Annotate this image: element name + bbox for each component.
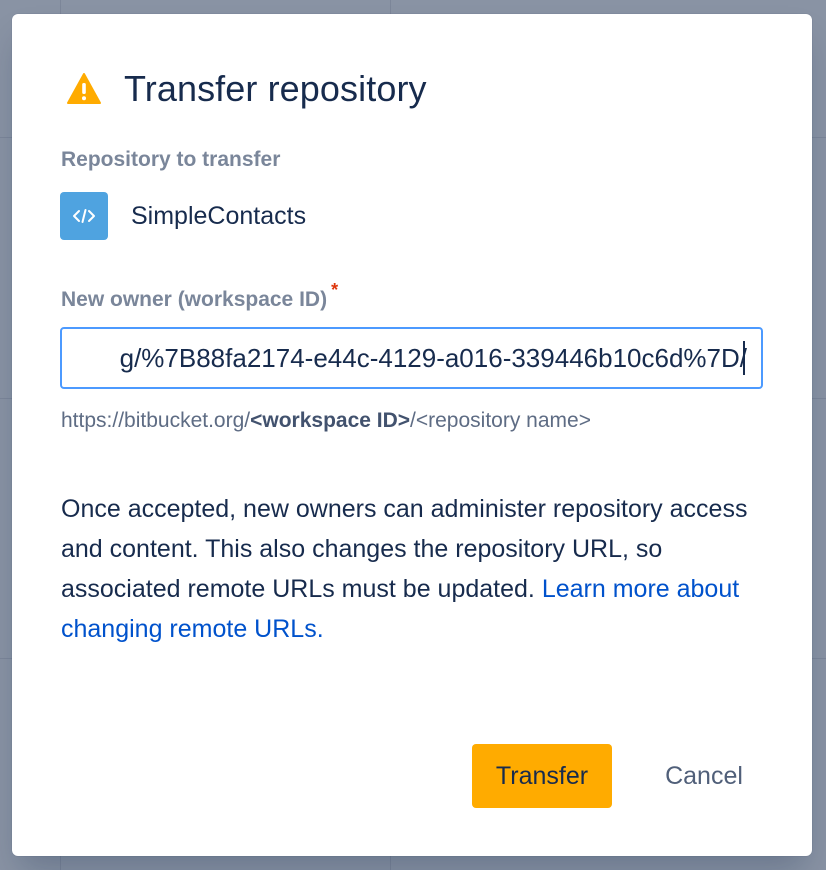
repository-label: Repository to transfer xyxy=(61,148,281,171)
repository-info: SimpleContacts xyxy=(60,192,306,240)
dialog-title: Transfer repository xyxy=(124,68,427,109)
text-cursor xyxy=(743,341,745,375)
dialog-header: Transfer repository xyxy=(66,68,427,110)
transfer-repository-dialog: Transfer repository Repository to transf… xyxy=(12,14,812,856)
transfer-button[interactable]: Transfer xyxy=(472,744,612,808)
new-owner-label: New owner (workspace ID) * xyxy=(61,280,338,312)
new-owner-label-text: New owner (workspace ID) xyxy=(61,288,328,311)
repository-name: SimpleContacts xyxy=(131,201,307,230)
transfer-description: Once accepted, new owners can administer… xyxy=(61,489,771,649)
url-hint-suffix: /<repository name> xyxy=(410,409,591,432)
warning-icon xyxy=(66,71,102,107)
cancel-button[interactable]: Cancel xyxy=(644,744,764,808)
workspace-id-input-wrapper[interactable]: g/%7B88fa2174-e44c-4129-a016-339446b10c6… xyxy=(60,327,763,389)
url-hint-workspace: <workspace ID> xyxy=(250,409,411,432)
workspace-id-input[interactable]: g/%7B88fa2174-e44c-4129-a016-339446b10c6… xyxy=(120,329,747,387)
required-marker: * xyxy=(331,280,339,300)
url-hint-prefix: https://bitbucket.org/ xyxy=(61,409,251,432)
url-format-hint: https://bitbucket.org/<workspace ID>/<re… xyxy=(61,409,591,433)
code-icon xyxy=(60,192,108,240)
